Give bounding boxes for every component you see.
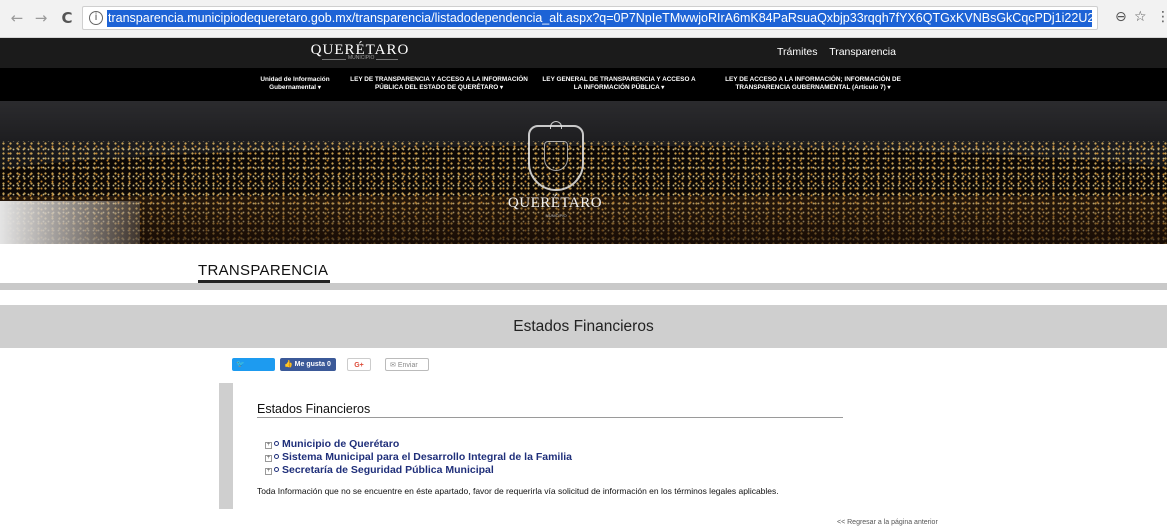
header-links: Trámites Transparencia <box>777 46 905 58</box>
content-divider <box>257 417 843 418</box>
tree-item-label[interactable]: Municipio de Querétaro <box>282 438 399 450</box>
menu-ley-acceso[interactable]: LEY DE ACCESO A LA INFORMACIÓN; INFORMAC… <box>713 76 913 92</box>
back-link[interactable]: << Regresar a la página anterior <box>837 519 938 526</box>
menu-item-line1: Unidad de Información <box>260 76 330 83</box>
link-transparencia[interactable]: Transparencia <box>829 46 896 58</box>
logo-subtitle: MUNICIPIO <box>346 55 377 61</box>
section-title: TRANSPARENCIA <box>198 262 329 279</box>
bullet-icon <box>274 467 279 472</box>
hero-title: QUERÉTARO <box>507 195 603 211</box>
browser-menu-icon[interactable]: ⋮ <box>1156 9 1167 25</box>
caret-down-icon: ▾ <box>661 85 665 91</box>
site-header: QUERÉTARO MUNICIPIO Trámites Transparenc… <box>0 38 1167 68</box>
url-text[interactable]: transparencia.municipiodequeretaro.gob.m… <box>107 10 1092 27</box>
tree-item[interactable]: + Secretaría de Seguridad Pública Municip… <box>265 464 572 477</box>
info-icon[interactable]: i <box>89 11 103 25</box>
back-icon[interactable]: ← <box>8 9 26 27</box>
bullet-icon <box>274 454 279 459</box>
menu-item-line2: PÚBLICA DEL ESTADO DE QUERÉTARO <box>374 84 499 91</box>
menu-item-line2: Gubernamental <box>269 84 317 91</box>
crest-emblem <box>528 121 584 191</box>
expand-icon[interactable]: + <box>265 468 272 475</box>
menu-item-line1: LEY GENERAL DE TRANSPARENCIA Y ACCESO A <box>542 76 696 83</box>
twitter-label: Twittear <box>236 374 263 381</box>
menu-ley-estatal[interactable]: LEY DE TRANSPARENCIA Y ACCESO A LA INFOR… <box>345 76 533 92</box>
caret-down-icon: ▾ <box>887 85 891 91</box>
twitter-icon: 🐦 <box>236 361 245 368</box>
zoom-icon[interactable]: ⊖ <box>1115 9 1127 25</box>
facebook-like-button[interactable]: 👍 Me gusta 0 <box>280 358 336 371</box>
menu-item-line2: LA INFORMACIÓN PÚBLICA <box>573 84 660 91</box>
email-label: Enviar <box>397 362 418 369</box>
menu-item-line1: LEY DE ACCESO A LA INFORMACIÓN; INFORMAC… <box>725 76 901 83</box>
page-title-band: Estados Financieros <box>0 305 1167 348</box>
expand-icon[interactable]: + <box>265 455 272 462</box>
info-note: Toda Información que no se encuentre en … <box>257 486 779 496</box>
main-menu: Unidad de Información Gubernamental ▾ LE… <box>0 68 1167 101</box>
reload-icon[interactable]: C <box>58 9 76 27</box>
email-share-button[interactable]: ✉ Enviar <box>385 358 429 371</box>
logo-divider: MUNICIPIO <box>322 55 398 65</box>
address-bar[interactable]: i transparencia.municipiodequeretaro.gob… <box>82 6 1098 30</box>
tree-item-label[interactable]: Secretaría de Seguridad Pública Municipa… <box>282 464 494 476</box>
tree-list: + Municipio de Querétaro + Sistema Municip… <box>265 438 572 477</box>
envelope-icon: ✉ <box>390 362 396 369</box>
expand-icon[interactable]: + <box>265 442 272 449</box>
menu-unidad[interactable]: Unidad de Información Gubernamental ▾ <box>255 76 335 92</box>
menu-item-line2: TRANSPARENCIA GUBERNAMENTAL (Artículo 7) <box>735 84 886 91</box>
page-title: Estados Financieros <box>513 318 654 335</box>
bullet-icon <box>274 441 279 446</box>
menu-ley-general[interactable]: LEY GENERAL DE TRANSPARENCIA Y ACCESO A … <box>538 76 700 92</box>
content-panel: Estados Financieros + Municipio de Querét… <box>219 383 843 509</box>
section-divider <box>0 283 1167 290</box>
hero-subtitle: MUNICIPIO <box>545 213 567 218</box>
link-tramites[interactable]: Trámites <box>777 46 817 58</box>
tree-item[interactable]: + Sistema Municipal para el Desarrollo In… <box>265 451 572 464</box>
crest-shield <box>544 141 568 171</box>
caret-down-icon: ▾ <box>500 85 504 91</box>
thumbs-up-icon: 👍 <box>284 361 293 368</box>
twitter-share-button[interactable]: 🐦 Twittear <box>232 358 275 381</box>
hero-foreground <box>0 201 140 244</box>
hero-banner: QUERÉTARO MUNICIPIO <box>0 101 1167 244</box>
forward-icon[interactable]: → <box>32 9 50 27</box>
content-title: Estados Financieros <box>257 402 371 416</box>
tree-item[interactable]: + Municipio de Querétaro <box>265 438 572 451</box>
star-icon[interactable]: ☆ <box>1134 9 1147 25</box>
facebook-label: Me gusta 0 <box>294 361 331 368</box>
crest-crown <box>550 121 562 129</box>
gplus-share-button[interactable]: G+ <box>347 358 371 371</box>
menu-item-line1: LEY DE TRANSPARENCIA Y ACCESO A LA INFOR… <box>350 76 528 83</box>
browser-toolbar: ← → C i transparencia.municipiodequereta… <box>0 0 1167 38</box>
caret-down-icon: ▾ <box>317 85 321 91</box>
tree-item-label[interactable]: Sistema Municipal para el Desarrollo Int… <box>282 451 572 463</box>
